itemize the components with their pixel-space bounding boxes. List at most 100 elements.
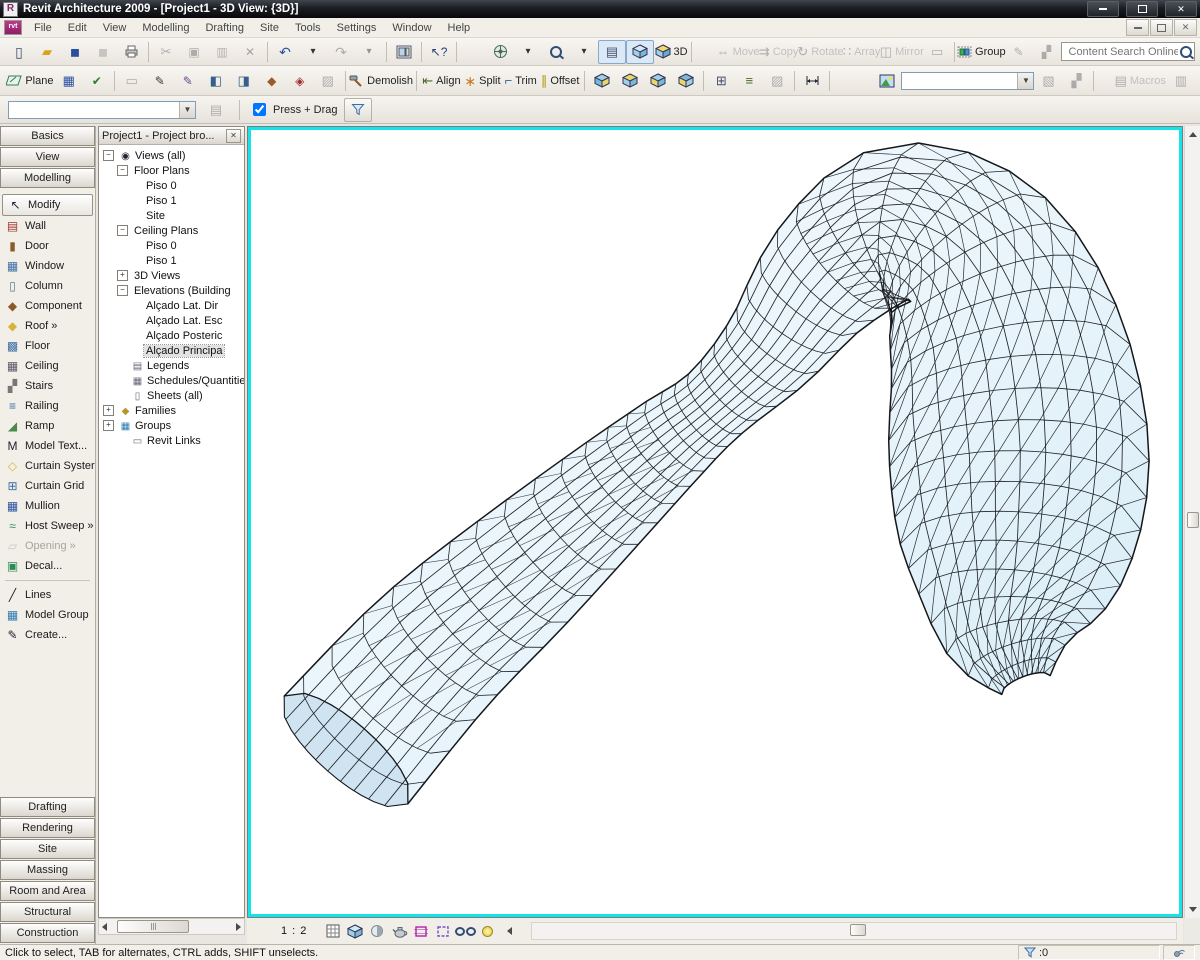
thin-lines-button[interactable]: ▤ xyxy=(598,40,626,64)
collapse-arrow-icon[interactable] xyxy=(499,922,519,941)
tree-node-legends[interactable]: ▤Legends xyxy=(99,358,244,373)
design-tab-site[interactable]: Site xyxy=(0,839,95,859)
scroll-up-icon[interactable] xyxy=(1186,127,1199,142)
content-search-box[interactable] xyxy=(1061,42,1196,61)
menu-drafting[interactable]: Drafting xyxy=(197,20,252,36)
view-hscroll-thumb[interactable] xyxy=(850,924,866,936)
search-icon[interactable] xyxy=(1180,46,1192,58)
vertical-scrollbar[interactable] xyxy=(1184,126,1200,918)
design-tab-basics[interactable]: Basics xyxy=(0,126,95,146)
demolish-button[interactable]: Demolish xyxy=(349,69,414,93)
expand-icon[interactable]: + xyxy=(103,420,114,431)
tree-node-schedules-quantitie[interactable]: ▦Schedules/Quantitie xyxy=(99,373,244,388)
model-graphics-style-button[interactable] xyxy=(345,922,365,941)
tool-create[interactable]: ✎Create... xyxy=(0,625,95,645)
split-button[interactable]: ∗Split xyxy=(462,69,502,93)
match-type-button[interactable]: ✎ xyxy=(146,69,174,93)
tool-lines[interactable]: ╱Lines xyxy=(0,585,95,605)
tree-node-views-all[interactable]: −◉Views (all) xyxy=(99,148,244,163)
create-similar-button[interactable]: ✎ xyxy=(174,69,202,93)
communication-center-button[interactable] xyxy=(1163,945,1195,960)
tool-model-text[interactable]: MModel Text... xyxy=(0,436,95,456)
tree-node-revit-links[interactable]: ▭Revit Links xyxy=(99,433,244,448)
vscroll-thumb[interactable] xyxy=(1187,512,1199,528)
tool-column[interactable]: ▯Column xyxy=(0,276,95,296)
group-button[interactable]: Group xyxy=(958,40,1004,64)
shadows-button[interactable] xyxy=(367,922,387,941)
shaded-cube-button[interactable] xyxy=(626,40,654,64)
project-browser-titlebar[interactable]: Project1 - Project bro... ✕ xyxy=(99,127,244,145)
design-tab-view[interactable]: View xyxy=(0,147,95,167)
selection-filter-button[interactable] xyxy=(344,98,372,122)
tree-node-3d-views[interactable]: +3D Views xyxy=(99,268,244,283)
zoom-button[interactable] xyxy=(542,40,570,64)
tool-ramp[interactable]: ◢Ramp xyxy=(0,416,95,436)
menu-settings[interactable]: Settings xyxy=(329,20,385,36)
tree-node-al-ado-lat-dir[interactable]: Alçado Lat. Dir xyxy=(99,298,244,313)
mdi-restore-button[interactable] xyxy=(1150,19,1173,36)
tree-node-piso-1[interactable]: Piso 1 xyxy=(99,193,244,208)
trim-button[interactable]: ⌐Trim xyxy=(502,69,539,93)
collapse-icon[interactable]: − xyxy=(117,165,128,176)
tool-window[interactable]: ▦Window xyxy=(0,256,95,276)
menu-modelling[interactable]: Modelling xyxy=(134,20,197,36)
tool-mullion[interactable]: ▦Mullion xyxy=(0,496,95,516)
tool-model-group[interactable]: ▦Model Group xyxy=(0,605,95,625)
grid-button[interactable]: ▦ xyxy=(55,69,83,93)
menu-edit[interactable]: Edit xyxy=(60,20,95,36)
align-button[interactable]: ⇤Align xyxy=(420,69,462,93)
undo-button[interactable]: ↶ xyxy=(271,40,299,64)
crop-visibility-button[interactable] xyxy=(433,922,453,941)
open-folder-button[interactable]: ▰ xyxy=(33,40,61,64)
zoom-dropdown-button[interactable]: ▾ xyxy=(570,40,598,64)
cut-panel-left-button[interactable]: ◧ xyxy=(202,69,230,93)
toolbar-type-combo[interactable]: ▼ xyxy=(901,72,1034,90)
tree-node-sheets-all[interactable]: ▯Sheets (all) xyxy=(99,388,244,403)
tool-ceiling[interactable]: ▦Ceiling xyxy=(0,356,95,376)
tool-floor[interactable]: ▩Floor xyxy=(0,336,95,356)
collapse-icon[interactable]: − xyxy=(103,150,114,161)
save-button[interactable]: ◼ xyxy=(61,40,89,64)
tree-node-site[interactable]: Site xyxy=(99,208,244,223)
tool-railing[interactable]: ≡Railing xyxy=(0,396,95,416)
tool-host-sweep[interactable]: ≈Host Sweep » xyxy=(0,516,95,536)
cut-panel-right-button[interactable]: ◨ xyxy=(230,69,258,93)
design-tab-room-and-area[interactable]: Room and Area xyxy=(0,881,95,901)
steering-wheel-button[interactable] xyxy=(486,40,514,64)
3d-view-canvas[interactable] xyxy=(251,130,1179,914)
browser-scroll-left-icon[interactable] xyxy=(102,923,107,931)
menu-help[interactable]: Help xyxy=(440,20,479,36)
render-button[interactable] xyxy=(389,922,409,941)
help-select-button[interactable]: ↖? xyxy=(425,40,453,64)
split-face-button[interactable]: ◈ xyxy=(286,69,314,93)
design-tab-drafting[interactable]: Drafting xyxy=(0,797,95,817)
minimize-button[interactable] xyxy=(1087,1,1119,17)
new-file-button[interactable]: ▯ xyxy=(5,40,33,64)
tree-node-ceiling-plans[interactable]: −Ceiling Plans xyxy=(99,223,244,238)
menu-window[interactable]: Window xyxy=(384,20,439,36)
close-button[interactable]: ✕ xyxy=(1165,1,1197,17)
undo-dropdown-button[interactable]: ▾ xyxy=(299,40,327,64)
reveal-hidden-button[interactable] xyxy=(477,922,497,941)
press-drag-checkbox[interactable]: Press + Drag xyxy=(249,100,338,119)
tool-modify[interactable]: ↖Modify xyxy=(2,194,93,216)
tree-node-floor-plans[interactable]: −Floor Plans xyxy=(99,163,244,178)
tree-node-piso-0[interactable]: Piso 0 xyxy=(99,178,244,193)
design-tab-construction[interactable]: Construction xyxy=(0,923,95,943)
unjoin-geometry-button[interactable] xyxy=(616,69,644,93)
tree-node-al-ado-principa[interactable]: Alçado Principa xyxy=(99,343,244,358)
print-button[interactable] xyxy=(117,40,145,64)
crop-region-button[interactable] xyxy=(411,922,431,941)
browser-horizontal-scrollbar[interactable] xyxy=(98,918,245,935)
dimension-button[interactable] xyxy=(798,69,826,93)
paint-button[interactable]: ◆ xyxy=(258,69,286,93)
view-horizontal-scrollbar[interactable] xyxy=(531,922,1177,940)
view-dropdown-button[interactable]: ▾ xyxy=(514,40,542,64)
tool-decal[interactable]: ▣Decal... xyxy=(0,556,95,576)
window-tile-button[interactable] xyxy=(390,40,418,64)
tree-node-piso-0[interactable]: Piso 0 xyxy=(99,238,244,253)
tool-component[interactable]: ◆Component xyxy=(0,296,95,316)
content-search-input[interactable] xyxy=(1067,45,1181,59)
design-tab-modelling[interactable]: Modelling xyxy=(0,168,95,188)
tree-node-al-ado-lat-esc[interactable]: Alçado Lat. Esc xyxy=(99,313,244,328)
